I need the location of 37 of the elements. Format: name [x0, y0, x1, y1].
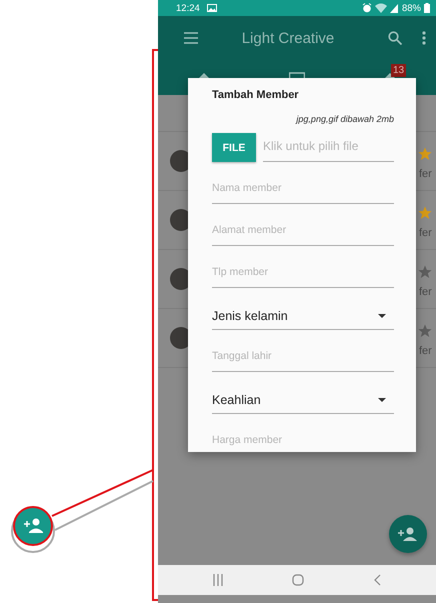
- recent-apps-icon[interactable]: [212, 574, 223, 586]
- row-text: fer: [419, 168, 432, 180]
- dropdown[interactable]: Jenis kelamin: [212, 302, 394, 330]
- row-text: fer: [419, 226, 432, 238]
- dropdown[interactable]: Keahlian: [212, 386, 394, 414]
- favorite-star-icon[interactable]: [418, 146, 432, 160]
- back-icon[interactable]: [374, 574, 382, 586]
- caret-icon: [378, 314, 386, 318]
- notification-badge: 13: [391, 64, 406, 77]
- file-input[interactable]: Klik untuk pilih file: [263, 134, 394, 162]
- alarm-icon: [362, 3, 372, 13]
- battery-icon: [424, 3, 430, 13]
- caret-icon: [378, 398, 386, 402]
- input-field[interactable]: Tlp member: [212, 260, 394, 288]
- status-time: 12:24: [176, 2, 200, 14]
- add-person-icon: [398, 527, 418, 541]
- signal-icon: [390, 3, 398, 13]
- image-icon: [206, 4, 217, 12]
- input-field[interactable]: Harga member: [212, 428, 394, 452]
- file-hint: jpg,png,gif dibawah 2mb: [294, 114, 394, 124]
- row-text: fer: [419, 344, 432, 356]
- home-icon[interactable]: [292, 574, 304, 586]
- input-field[interactable]: Tanggal lahir: [212, 344, 394, 372]
- favorite-star-icon[interactable]: [418, 206, 432, 220]
- app-title: Light Creative: [240, 30, 336, 46]
- row-text: fer: [419, 286, 432, 298]
- wifi-icon: [374, 3, 387, 13]
- dialog-title: Tambah Member: [212, 89, 300, 101]
- menu-icon[interactable]: [184, 32, 198, 44]
- favorite-star-icon[interactable]: [418, 264, 432, 278]
- input-field[interactable]: Alamat member: [212, 218, 394, 246]
- battery-percent: 88%: [402, 2, 421, 14]
- search-icon[interactable]: [388, 31, 402, 45]
- input-field[interactable]: Nama member: [212, 176, 394, 204]
- add-person-button[interactable]: [389, 515, 427, 553]
- favorite-star-icon[interactable]: [418, 324, 432, 338]
- more-icon[interactable]: [422, 31, 426, 45]
